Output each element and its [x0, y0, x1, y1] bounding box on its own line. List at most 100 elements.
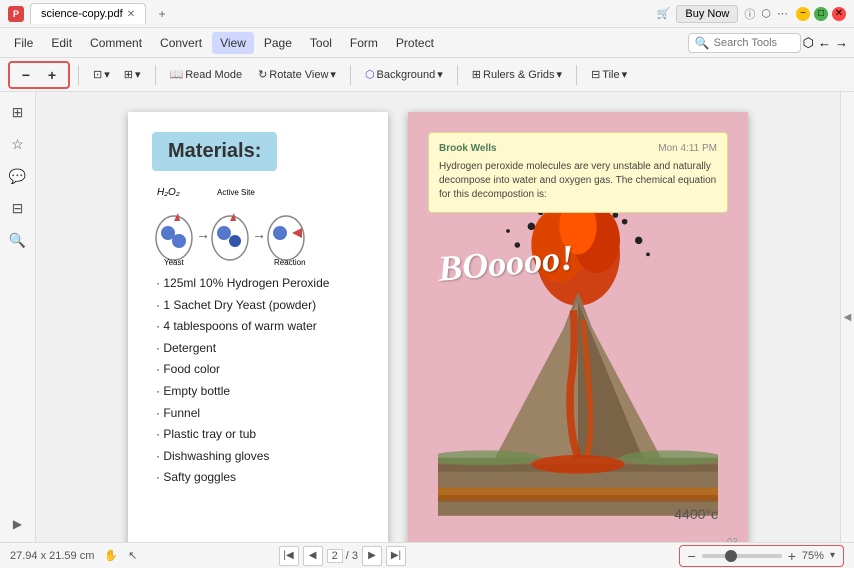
list-item: Empty bottle	[152, 381, 368, 403]
fit-dropdown-icon: ▾	[104, 68, 110, 81]
buy-now-btn[interactable]: Buy Now	[676, 5, 738, 23]
svg-text:→: →	[196, 226, 210, 242]
minimize-btn[interactable]: −	[796, 7, 810, 21]
tab-close-btn[interactable]: ✕	[127, 9, 135, 20]
sidebar-collapse-btn[interactable]: ▶	[8, 514, 28, 534]
comment-text: Hydrogen peroxide molecules are very uns…	[439, 160, 717, 202]
pdf-page-left: Materials: H₂O₂ Active Site Yeast →	[128, 112, 388, 542]
tile-btn[interactable]: ⊟ Tile ▾	[585, 65, 633, 84]
list-item: 125ml 10% Hydrogen Peroxide	[152, 273, 368, 295]
list-item: Detergent	[152, 338, 368, 360]
fit-page-btn[interactable]: ⊡ ▾	[87, 65, 116, 84]
toolbar-separator-1	[78, 65, 79, 85]
pdf-scroll-area[interactable]: Materials: H₂O₂ Active Site Yeast →	[36, 92, 840, 542]
buy-now-area: 🛒 Buy Now ⓘ ⬡ ⋯	[657, 5, 788, 23]
list-item: Dishwashing gloves	[152, 446, 368, 468]
fullscreen-icon: ⊞	[124, 68, 133, 81]
search-box[interactable]: 🔍	[688, 33, 801, 53]
next-page-btn[interactable]: ▶	[362, 546, 382, 566]
volcano-container	[428, 172, 728, 542]
menu-edit[interactable]: Edit	[43, 32, 80, 54]
right-sidebar-toggle[interactable]: ◀	[840, 92, 854, 542]
title-bar-left: P science-copy.pdf ✕ +	[8, 3, 172, 24]
menu-tool[interactable]: Tool	[302, 32, 340, 54]
close-btn[interactable]: ✕	[832, 7, 846, 21]
rotate-icon: ↻	[258, 68, 267, 81]
list-item: Safty goggles	[152, 467, 368, 489]
background-btn[interactable]: ⬡ Background ▾	[359, 65, 449, 84]
search-icon: 🔍	[695, 36, 710, 50]
rotate-label: Rotate View	[269, 69, 328, 81]
svg-text:Yeast: Yeast	[164, 258, 185, 267]
hand-tool-icon[interactable]: ✋	[104, 549, 118, 562]
view-tools-group: ⊡ ▾ ⊞ ▾	[87, 65, 147, 84]
list-item: Plastic tray or tub	[152, 424, 368, 446]
list-item: Funnel	[152, 403, 368, 425]
toolbar: − + ⊡ ▾ ⊞ ▾ 📖 Read Mode ↻ Rotate View ▾ …	[0, 58, 854, 92]
background-label: Background	[377, 69, 436, 81]
menu-comment[interactable]: Comment	[82, 32, 150, 54]
comment-box: Brook Wells Mon 4:11 PM Hydrogen peroxid…	[428, 132, 728, 213]
zoom-in-status-btn[interactable]: +	[788, 548, 796, 564]
menu-page[interactable]: Page	[256, 32, 300, 54]
molecule-diagram: H₂O₂ Active Site Yeast →	[152, 183, 312, 273]
materials-title: Materials:	[152, 132, 277, 171]
search-input[interactable]	[714, 37, 794, 49]
fs-dropdown-icon: ▾	[135, 68, 141, 81]
svg-text:→: →	[252, 226, 266, 242]
cursor-icon[interactable]: ↖	[128, 549, 137, 562]
read-mode-btn[interactable]: 📖 Read Mode	[164, 65, 249, 84]
rotate-dropdown-icon: ▾	[330, 68, 336, 81]
menu-view[interactable]: View	[212, 32, 254, 54]
tab-filename: science-copy.pdf	[41, 8, 123, 20]
comment-header: Brook Wells Mon 4:11 PM	[439, 143, 717, 154]
readmode-icon: 📖	[170, 68, 184, 81]
sidebar-item-comments[interactable]: 💬	[6, 164, 30, 188]
page-total-num: 3	[352, 550, 358, 562]
page-dimensions: 27.94 x 21.59 cm	[10, 550, 94, 562]
share-icon: ⬡	[761, 7, 771, 20]
last-page-btn[interactable]: ▶|	[386, 546, 406, 566]
zoom-out-status-btn[interactable]: −	[688, 548, 696, 564]
back-icon[interactable]: ←	[818, 35, 831, 50]
zoom-controls-status: − + 75% ▾	[679, 545, 844, 567]
share-ext-icon[interactable]: ⬡	[803, 35, 814, 51]
bg-dropdown-icon: ▾	[437, 68, 443, 81]
tile-label: Tile	[602, 69, 619, 81]
sidebar-item-bookmarks[interactable]: ☆	[6, 132, 30, 156]
page-current-num[interactable]: 2	[327, 549, 343, 563]
menu-form[interactable]: Form	[342, 32, 386, 54]
comment-author: Brook Wells	[439, 143, 497, 154]
svg-text:Reaction: Reaction	[274, 258, 306, 267]
menu-file[interactable]: File	[6, 32, 41, 54]
sidebar-item-search[interactable]: 🔍	[6, 228, 30, 252]
tile-dropdown-icon: ▾	[622, 68, 628, 81]
zoom-out-btn[interactable]: −	[14, 65, 38, 85]
forward-icon[interactable]: →	[835, 35, 848, 50]
menu-protect[interactable]: Protect	[388, 32, 442, 54]
full-screen-btn[interactable]: ⊞ ▾	[118, 65, 147, 84]
info-icon: ⓘ	[744, 6, 755, 22]
zoom-slider[interactable]	[702, 554, 782, 558]
fit-icon: ⊡	[93, 68, 102, 81]
menu-convert[interactable]: Convert	[152, 32, 210, 54]
rulers-label: Rulers & Grids	[483, 69, 555, 81]
zoom-dropdown-icon[interactable]: ▾	[830, 550, 835, 561]
active-tab[interactable]: science-copy.pdf ✕	[30, 3, 146, 24]
temp-label: 4400°c	[674, 506, 718, 522]
first-page-btn[interactable]: |◀	[279, 546, 299, 566]
rulers-grids-btn[interactable]: ⊞ Rulers & Grids ▾	[466, 65, 568, 84]
app-icon: P	[8, 6, 24, 22]
sidebar-item-pages[interactable]: ⊞	[6, 100, 30, 124]
zoom-in-btn[interactable]: +	[40, 65, 64, 85]
rotate-view-btn[interactable]: ↻ Rotate View ▾	[252, 65, 342, 84]
page-navigation: |◀ ◀ 2 / 3 ▶ ▶|	[279, 546, 406, 566]
maximize-btn[interactable]: □	[814, 7, 828, 21]
prev-page-btn[interactable]: ◀	[303, 546, 323, 566]
main-area: ⊞ ☆ 💬 ⊟ 🔍 ▶ Materials: H₂O₂ Active Site	[0, 92, 854, 542]
left-sidebar: ⊞ ☆ 💬 ⊟ 🔍 ▶	[0, 92, 36, 542]
new-tab-btn[interactable]: +	[152, 4, 172, 24]
toolbar-separator-5	[576, 65, 577, 85]
sidebar-item-layers[interactable]: ⊟	[6, 196, 30, 220]
toolbar-separator-3	[350, 65, 351, 85]
